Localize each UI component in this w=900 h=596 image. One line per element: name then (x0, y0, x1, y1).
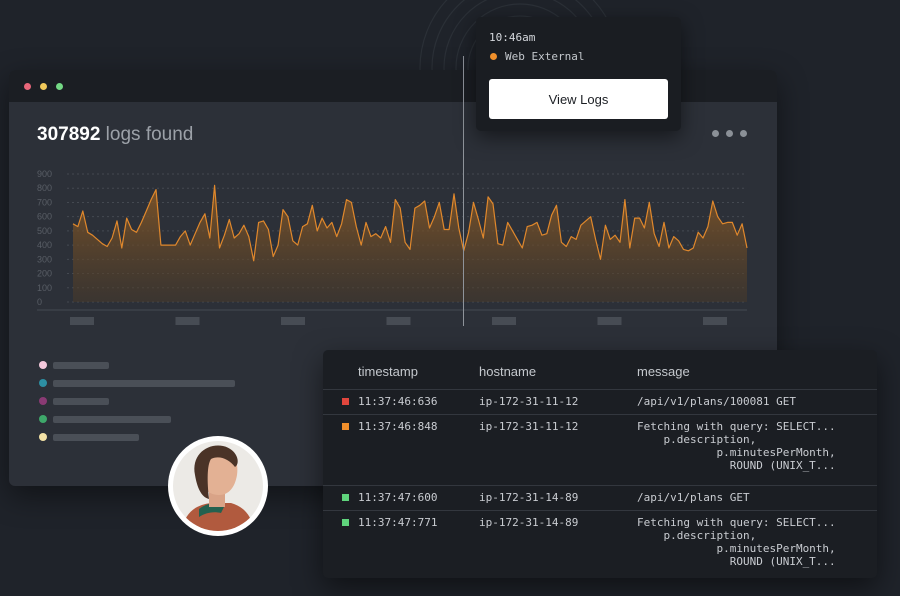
y-tick-label: 600 (37, 212, 52, 222)
legend-item[interactable] (39, 414, 259, 424)
x-tick-label-placeholder (492, 317, 516, 325)
row-message: /api/v1/plans/100081 GET (637, 395, 796, 408)
window-close-button[interactable] (24, 83, 31, 90)
chart-area-fill (73, 185, 747, 302)
row-divider (323, 510, 877, 511)
x-tick-label-placeholder (70, 317, 94, 325)
avatar-portrait-icon (173, 441, 263, 531)
x-tick-label-placeholder (175, 317, 200, 325)
log-level-indicator (342, 494, 349, 501)
tooltip-source: Web External (505, 50, 585, 63)
legend-dot (39, 433, 47, 441)
legend-dot (39, 379, 47, 387)
log-table: timestamp hostname message 11:37:46:636 … (323, 350, 877, 578)
x-tick-label-placeholder (386, 317, 411, 325)
y-tick-label: 0 (37, 297, 42, 307)
y-tick-label: 100 (37, 283, 52, 293)
x-tick-label-placeholder (597, 317, 622, 325)
row-timestamp: 11:37:47:771 (358, 516, 438, 529)
x-tick-label-placeholder (281, 317, 305, 325)
row-message: /api/v1/plans GET (637, 491, 750, 504)
row-timestamp: 11:37:46:636 (358, 395, 438, 408)
tooltip-time: 10:46am (489, 31, 536, 44)
log-level-indicator (342, 398, 349, 405)
y-tick-label: 300 (37, 254, 52, 264)
logs-area-chart: 0 100 200 300 400 500 600 700 800 900 (37, 169, 748, 325)
legend-dot (39, 415, 47, 423)
y-tick-label: 200 (37, 269, 52, 279)
y-tick-label: 800 (37, 183, 52, 193)
log-level-indicator (342, 423, 349, 430)
tooltip-source-dot (490, 53, 497, 60)
y-tick-label: 500 (37, 226, 52, 236)
row-message: Fetching with query: SELECT... p.descrip… (637, 516, 836, 568)
y-tick-label: 700 (37, 197, 52, 207)
user-avatar (168, 436, 268, 536)
column-header-message[interactable]: message (637, 364, 690, 379)
window-minimize-button[interactable] (40, 83, 47, 90)
log-level-indicator (342, 519, 349, 526)
legend-item[interactable] (39, 378, 259, 388)
legend-dot (39, 397, 47, 405)
row-hostname: ip-172-31-14-89 (479, 516, 579, 529)
x-tick-label-placeholder (703, 317, 727, 325)
row-timestamp: 11:37:46:848 (358, 420, 438, 433)
row-divider (323, 414, 877, 415)
view-logs-button[interactable]: View Logs (489, 79, 668, 119)
legend-label-placeholder (53, 380, 235, 387)
legend-item[interactable] (39, 396, 259, 406)
chart-hover-line (463, 56, 464, 326)
row-hostname: ip-172-31-11-12 (479, 420, 579, 433)
row-divider (323, 485, 877, 486)
column-header-timestamp[interactable]: timestamp (358, 364, 418, 379)
row-hostname: ip-172-31-11-12 (479, 395, 579, 408)
legend-label-placeholder (53, 398, 109, 405)
row-timestamp: 11:37:47:600 (358, 491, 438, 504)
legend-label-placeholder (53, 362, 109, 369)
row-divider (323, 389, 877, 390)
legend-label-placeholder (53, 434, 139, 441)
row-message: Fetching with query: SELECT... p.descrip… (637, 420, 836, 472)
window-maximize-button[interactable] (56, 83, 63, 90)
legend-dot (39, 361, 47, 369)
y-tick-label: 900 (37, 169, 52, 179)
y-tick-label: 400 (37, 240, 52, 250)
legend-label-placeholder (53, 416, 171, 423)
row-hostname: ip-172-31-14-89 (479, 491, 579, 504)
chart-tooltip: 10:46am Web External View Logs (476, 17, 681, 131)
legend-item[interactable] (39, 360, 259, 370)
column-header-hostname[interactable]: hostname (479, 364, 536, 379)
